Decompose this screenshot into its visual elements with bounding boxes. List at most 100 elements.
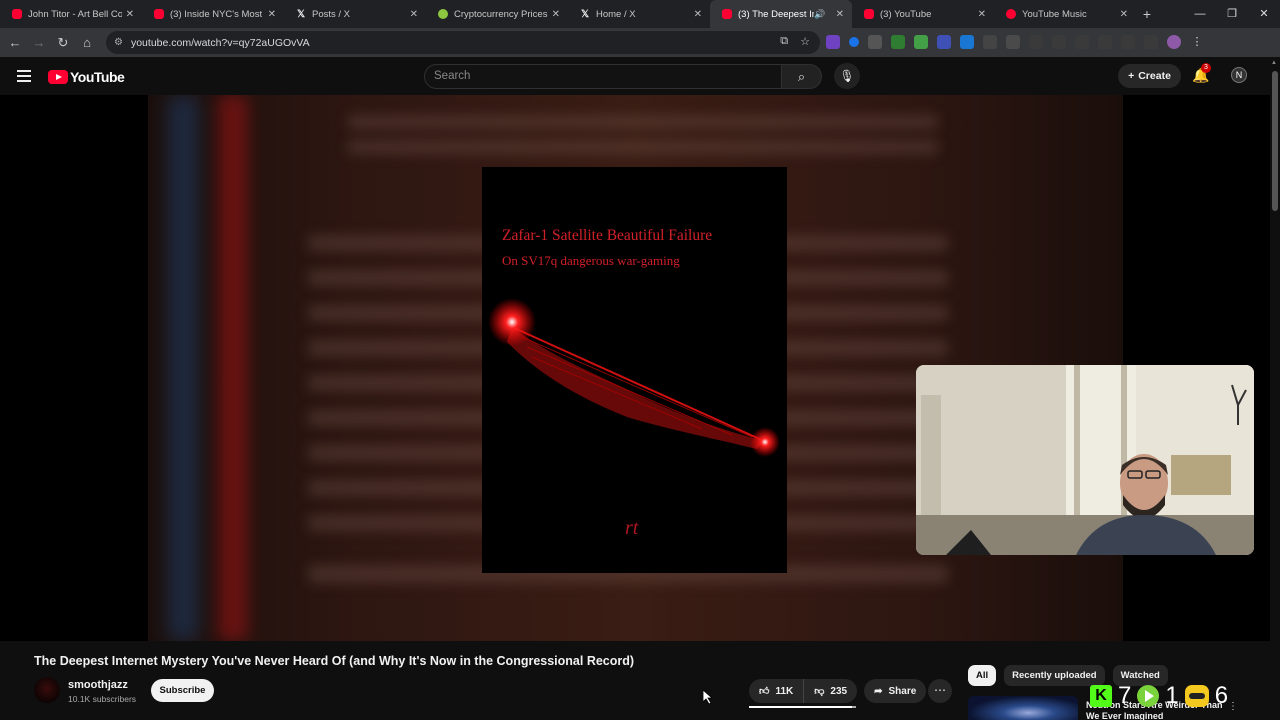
- youtube-icon: [864, 9, 874, 19]
- webcam-feed: [916, 365, 1254, 555]
- dislike-count: 235: [830, 685, 848, 697]
- extension-icon[interactable]: [937, 35, 951, 49]
- site-info-icon[interactable]: ⚙: [114, 37, 123, 48]
- chip-all[interactable]: All: [968, 665, 997, 686]
- youtube-logo[interactable]: YouTube: [48, 69, 125, 85]
- voice-search-button[interactable]: 🎙: [834, 63, 860, 89]
- youtube-music-icon: [1006, 9, 1016, 19]
- close-icon[interactable]: ✕: [268, 9, 276, 20]
- browser-tab[interactable]: (3) Inside NYC's Most Jewi ✕: [142, 0, 284, 28]
- extensions-bar: ⋮: [826, 35, 1204, 49]
- search-icon: ⌕: [797, 69, 806, 84]
- browser-tab[interactable]: Cryptocurrency Prices, Ch ✕: [426, 0, 568, 28]
- create-button[interactable]: + Create: [1118, 64, 1181, 88]
- tab-title: (3) The Deepest Intern: [738, 8, 814, 20]
- share-button[interactable]: ➦ Share: [864, 679, 927, 703]
- search-input[interactable]: Search: [424, 64, 782, 89]
- media-controls-icon[interactable]: [1144, 35, 1158, 49]
- browser-tab[interactable]: YouTube Music ✕: [994, 0, 1136, 28]
- tab-title: (3) YouTube: [880, 8, 932, 20]
- close-icon[interactable]: ✕: [410, 9, 418, 20]
- channel-avatar[interactable]: [34, 677, 60, 703]
- satellite-trail-graphic: [488, 298, 780, 457]
- like-button[interactable]: 👍︎ 11K: [749, 679, 805, 703]
- thumbs-down-icon: 👎︎: [814, 686, 825, 697]
- close-window-icon[interactable]: ✕: [1248, 0, 1280, 28]
- extension-icon[interactable]: [1052, 35, 1066, 49]
- maximize-icon[interactable]: ❐: [1216, 0, 1248, 28]
- page-scrollbar[interactable]: ▲: [1270, 57, 1280, 720]
- sidebar-icon[interactable]: [1121, 35, 1135, 49]
- recommended-more-icon[interactable]: ⋮: [1228, 701, 1238, 712]
- speaker-icon[interactable]: 🔊: [814, 9, 825, 20]
- youtube-header: YouTube Search ⌕ 🎙 + Create 🔔 3 N: [0, 57, 1280, 95]
- close-icon[interactable]: ✕: [836, 9, 844, 20]
- webcam-overlay: [916, 365, 1254, 555]
- new-tab-button[interactable]: +: [1136, 6, 1158, 22]
- cast-icon[interactable]: ⧉: [780, 35, 788, 48]
- notification-badge: 3: [1201, 63, 1211, 73]
- extension-icon[interactable]: [983, 35, 997, 49]
- share-label: Share: [888, 685, 917, 697]
- back-icon[interactable]: ←: [3, 35, 27, 50]
- tab-title: (3) Inside NYC's Most Jewi: [170, 8, 264, 20]
- close-icon[interactable]: ✕: [126, 9, 134, 20]
- rumble-count: 1: [1165, 682, 1179, 709]
- tab-title: Home / X: [596, 8, 636, 20]
- reading-list-icon[interactable]: [1098, 35, 1112, 49]
- browser-tab[interactable]: 𝕏 Posts / X ✕: [284, 0, 426, 28]
- subscribe-button[interactable]: Subscribe: [151, 679, 214, 702]
- extension-icon[interactable]: [960, 35, 974, 49]
- youtube-icon: [154, 9, 164, 19]
- reload-icon[interactable]: ↻: [51, 35, 75, 51]
- bot-icon: [1184, 685, 1209, 707]
- extension-icon[interactable]: [914, 35, 928, 49]
- address-bar[interactable]: ⚙ youtube.com/watch?v=qy72aUGOvVA ⧉ ☆: [106, 31, 820, 54]
- recommended-thumbnail[interactable]: [968, 696, 1078, 720]
- close-icon[interactable]: ✕: [552, 9, 560, 20]
- minimize-icon[interactable]: —: [1184, 0, 1216, 28]
- tab-title: YouTube Music: [1022, 8, 1087, 20]
- notifications-button[interactable]: 🔔 3: [1192, 63, 1211, 84]
- youtube-logo-icon: [48, 70, 68, 84]
- stream-counters-overlay: K 7 1 6: [1090, 682, 1228, 710]
- extension-icon[interactable]: [849, 37, 859, 47]
- x-icon: 𝕏: [296, 8, 306, 20]
- hamburger-menu-icon[interactable]: [17, 70, 31, 85]
- scrollbar-thumb[interactable]: [1272, 71, 1278, 211]
- extension-icon[interactable]: [891, 35, 905, 49]
- bot-count: 6: [1214, 682, 1229, 709]
- browser-tab-active[interactable]: (3) The Deepest Intern🔊 ✕: [710, 0, 852, 28]
- youtube-icon: [12, 9, 22, 19]
- history-icon[interactable]: [1029, 35, 1043, 49]
- youtube-logo-text: YouTube: [70, 69, 125, 85]
- close-icon[interactable]: ✕: [978, 9, 986, 20]
- extension-icon[interactable]: [826, 35, 840, 49]
- x-icon: 𝕏: [580, 8, 590, 20]
- browser-tab[interactable]: (3) YouTube ✕: [852, 0, 994, 28]
- extension-icon[interactable]: [868, 35, 882, 49]
- like-ratio-bar: [749, 706, 856, 708]
- video-player[interactable]: Zafar-1 Satellite Beautiful Failure On S…: [0, 95, 1270, 641]
- url-text: youtube.com/watch?v=qy72aUGOvVA: [130, 36, 310, 49]
- share-icon: ➦: [874, 685, 883, 697]
- extensions-puzzle-icon[interactable]: [1006, 35, 1020, 49]
- profile-avatar[interactable]: [1167, 35, 1181, 49]
- close-icon[interactable]: ✕: [694, 9, 702, 20]
- browser-tab[interactable]: 𝕏 Home / X ✕: [568, 0, 710, 28]
- account-avatar[interactable]: N: [1231, 67, 1247, 83]
- more-actions-button[interactable]: ⋯: [928, 679, 952, 703]
- devtools-icon[interactable]: [1075, 35, 1089, 49]
- channel-name[interactable]: smoothjazz: [68, 679, 128, 691]
- scroll-up-icon[interactable]: ▲: [1271, 60, 1277, 66]
- youtube-icon: [722, 9, 732, 19]
- browser-tab[interactable]: John Titor - Art Bell Coast ✕: [0, 0, 142, 28]
- forward-icon[interactable]: →: [27, 35, 51, 50]
- dislike-button[interactable]: 👎︎ 235: [804, 679, 858, 703]
- home-icon[interactable]: ⌂: [75, 35, 99, 50]
- close-icon[interactable]: ✕: [1120, 9, 1128, 20]
- bookmark-star-icon[interactable]: ☆: [800, 35, 810, 48]
- menu-kebab-icon[interactable]: ⋮: [1190, 35, 1204, 49]
- video-title: The Deepest Internet Mystery You've Neve…: [34, 654, 635, 668]
- search-button[interactable]: ⌕: [781, 64, 822, 89]
